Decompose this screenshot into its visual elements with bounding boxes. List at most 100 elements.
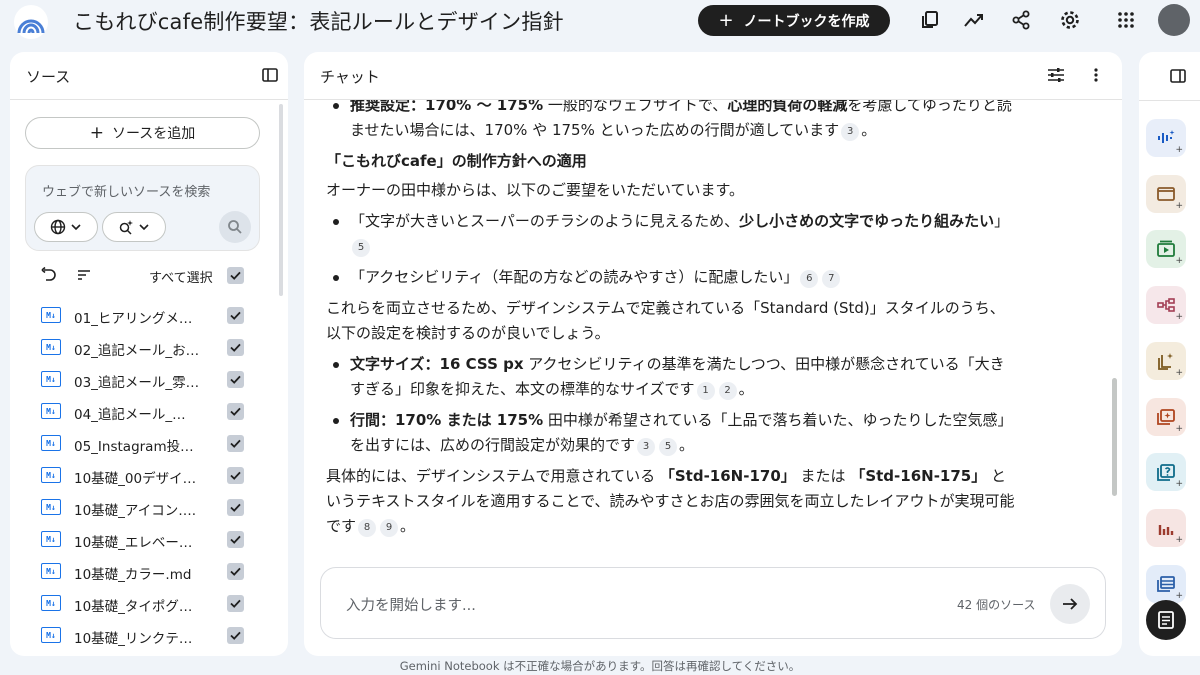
- source-item[interactable]: M↓ 10基礎_アイコン….: [10, 492, 288, 524]
- sources-panel: ソース + ソースを追加 ウェブで新しいソースを検索 すべて選択 M↓ 01_ヒ…: [10, 52, 288, 656]
- app-logo-icon[interactable]: [14, 5, 48, 39]
- chevron-down-icon: [139, 224, 149, 231]
- source-checkbox[interactable]: [227, 563, 244, 580]
- web-source-search: ウェブで新しいソースを検索: [25, 165, 260, 251]
- data-table-tool[interactable]: +: [1146, 565, 1186, 603]
- citation-chip[interactable]: 5: [659, 438, 678, 456]
- body-text: 。: [738, 380, 754, 398]
- source-item[interactable]: M↓ 10基礎_カラー.md: [10, 556, 288, 588]
- source-item[interactable]: M↓ 05_Instagram投…: [10, 428, 288, 460]
- settings-icon[interactable]: [1058, 8, 1082, 32]
- copy-icon[interactable]: [918, 8, 942, 32]
- citation-chip[interactable]: 7: [822, 270, 841, 288]
- citation-chip[interactable]: 2: [718, 382, 737, 400]
- search-mode-dropdown[interactable]: [102, 212, 166, 242]
- search-input[interactable]: ウェブで新しいソースを検索: [42, 181, 210, 200]
- more-vert-icon[interactable]: [1085, 64, 1107, 86]
- source-checkbox[interactable]: [227, 339, 244, 356]
- slides-tool[interactable]: +: [1146, 175, 1186, 213]
- share-icon[interactable]: [1009, 8, 1033, 32]
- top-bar: こもれびcafe制作要望：表記ルールとデザイン指針 + ノートブックを作成: [0, 0, 1200, 44]
- sources-scrollbar[interactable]: [279, 104, 283, 296]
- citation-chip[interactable]: 6: [800, 270, 819, 288]
- apps-icon[interactable]: [1114, 8, 1138, 32]
- citation-chip[interactable]: 8: [358, 519, 377, 537]
- video-overview-tool[interactable]: +: [1146, 230, 1186, 268]
- markdown-file-icon: M↓: [41, 563, 61, 579]
- markdown-file-icon: M↓: [41, 307, 61, 323]
- collapse-panel-icon[interactable]: [259, 64, 281, 86]
- chat-header: チャット: [304, 52, 1122, 100]
- chat-messages[interactable]: 推奨設定：170% 〜 175% 一般的なウェブサイトで、心理的負荷の軽減を考慮…: [304, 100, 1122, 560]
- bullet-list: 推奨設定：170% 〜 175% 一般的なウェブサイトで、心理的負荷の軽減を考慮…: [326, 100, 1016, 143]
- citation-chip[interactable]: 3: [841, 123, 860, 141]
- citation-chip[interactable]: 1: [696, 382, 715, 400]
- add-note-button[interactable]: [1146, 600, 1186, 640]
- plus-icon: +: [1175, 479, 1183, 489]
- plus-icon: +: [1175, 312, 1183, 322]
- undo-icon[interactable]: [39, 266, 57, 288]
- citation-chip[interactable]: 5: [352, 239, 370, 257]
- citation-chip[interactable]: 3: [637, 438, 656, 456]
- source-checkbox[interactable]: [227, 307, 244, 324]
- body-text: 「アクセシビリティ（年配の方などの読みやすさ）に配慮したい」: [350, 268, 799, 286]
- source-checkbox[interactable]: [227, 467, 244, 484]
- source-checkbox[interactable]: [227, 531, 244, 548]
- source-item[interactable]: M↓ 10基礎_00デザイ…: [10, 460, 288, 492]
- source-item[interactable]: M↓ 03_追記メール_雰…: [10, 364, 288, 396]
- bullet-list: 文字サイズ：16 CSS px アクセシビリティの基準を満たしつつ、田中様が懸念…: [326, 352, 1016, 458]
- search-submit-button[interactable]: [219, 211, 251, 243]
- add-source-button[interactable]: + ソースを追加: [25, 117, 260, 149]
- report-tool[interactable]: +: [1146, 342, 1186, 380]
- source-item[interactable]: M↓ 10基礎_リンクテ…: [10, 620, 288, 652]
- note-icon: [1158, 611, 1174, 629]
- select-all-checkbox[interactable]: [227, 267, 244, 284]
- source-checkbox[interactable]: [227, 403, 244, 420]
- notebook-title[interactable]: こもれびcafe制作要望：表記ルールとデザイン指針: [73, 6, 564, 36]
- send-button[interactable]: [1050, 584, 1090, 624]
- citation-chip[interactable]: 9: [380, 519, 399, 537]
- chat-scrollbar[interactable]: [1112, 378, 1117, 496]
- source-name: 10基礎_アイコン….: [74, 503, 197, 519]
- chat-input[interactable]: 入力を開始します...: [346, 594, 476, 615]
- tune-icon[interactable]: [1045, 64, 1067, 86]
- list-item: 行間：170% または 175% 田中様が希望されている「上品で落ち着いた、ゆっ…: [326, 408, 1016, 458]
- paragraph: これらを両立させるため、デザインシステムで定義されている「Standard (S…: [326, 299, 1005, 342]
- source-name: 10基礎_カラー.md: [74, 567, 192, 583]
- body-text: 。: [400, 517, 416, 535]
- plus-icon: +: [718, 9, 734, 31]
- source-checkbox[interactable]: [227, 627, 244, 644]
- plus-icon: +: [1175, 256, 1183, 266]
- chat-input-box[interactable]: 入力を開始します... 42 個のソース: [320, 567, 1106, 639]
- list-item: 文字サイズ：16 CSS px アクセシビリティの基準を満たしつつ、田中様が懸念…: [326, 352, 1016, 402]
- expand-panel-icon[interactable]: [1167, 65, 1189, 87]
- markdown-file-icon: M↓: [41, 467, 61, 483]
- flashcards-tool[interactable]: +: [1146, 398, 1186, 436]
- source-checkbox[interactable]: [227, 595, 244, 612]
- source-item[interactable]: M↓ 10基礎_エレベー…: [10, 524, 288, 556]
- source-list-toolbar: すべて選択: [10, 264, 288, 288]
- sort-icon[interactable]: [76, 267, 92, 287]
- source-checkbox[interactable]: [227, 499, 244, 516]
- create-notebook-button[interactable]: + ノートブックを作成: [698, 5, 890, 36]
- studio-panel: + + + + + + + + +: [1139, 52, 1200, 656]
- source-checkbox[interactable]: [227, 371, 244, 388]
- user-avatar[interactable]: [1158, 4, 1190, 36]
- source-item[interactable]: M↓ 04_追記メール_…: [10, 396, 288, 428]
- source-item[interactable]: M↓ 01_ヒアリングメ…: [10, 300, 288, 332]
- video-icon: [1157, 240, 1175, 257]
- audio-overview-tool[interactable]: +: [1146, 119, 1186, 157]
- search-scope-dropdown[interactable]: [34, 212, 98, 242]
- mind-map-tool[interactable]: +: [1146, 286, 1186, 324]
- infographic-tool[interactable]: +: [1146, 509, 1186, 547]
- source-checkbox[interactable]: [227, 435, 244, 452]
- analytics-icon[interactable]: [962, 8, 986, 32]
- bar-chart-icon: [1158, 525, 1174, 535]
- sparkle-search-icon: [119, 220, 133, 235]
- quiz-tool[interactable]: +: [1146, 453, 1186, 491]
- plus-icon: +: [1175, 145, 1183, 155]
- sources-title: ソース: [26, 68, 71, 86]
- sources-header: ソース: [10, 52, 288, 100]
- source-item[interactable]: M↓ 02_追記メール_お…: [10, 332, 288, 364]
- source-item[interactable]: M↓ 10基礎_タイポグ…: [10, 588, 288, 620]
